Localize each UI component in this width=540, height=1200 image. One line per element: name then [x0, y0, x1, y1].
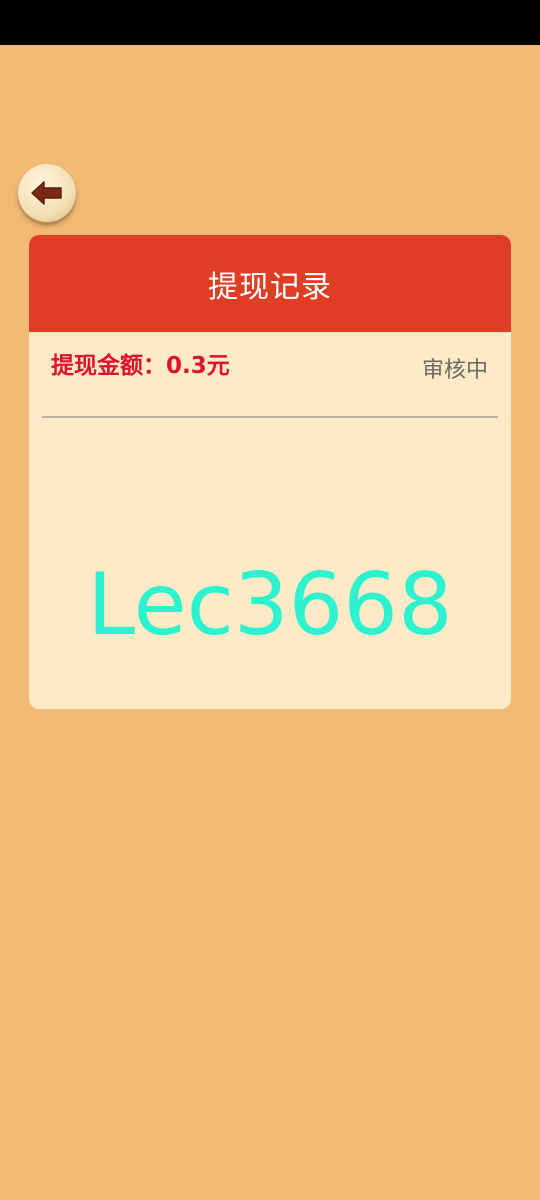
withdraw-amount: 提现金额：0.3元 [51, 353, 230, 379]
panel-header: 提现记录 [29, 235, 511, 332]
back-arrow-icon [31, 181, 62, 205]
withdraw-record-panel: 提现记录 提现金额：0.3元 审核中 Lec3668 [29, 235, 511, 709]
status-badge: 审核中 [421, 358, 488, 383]
watermark-text: Lec3668 [87, 555, 453, 655]
status-bar [0, 0, 540, 45]
page-title: 提现记录 [208, 269, 332, 305]
back-button[interactable] [18, 164, 76, 222]
list-item: 提现金额：0.3元 审核中 [42, 332, 498, 418]
